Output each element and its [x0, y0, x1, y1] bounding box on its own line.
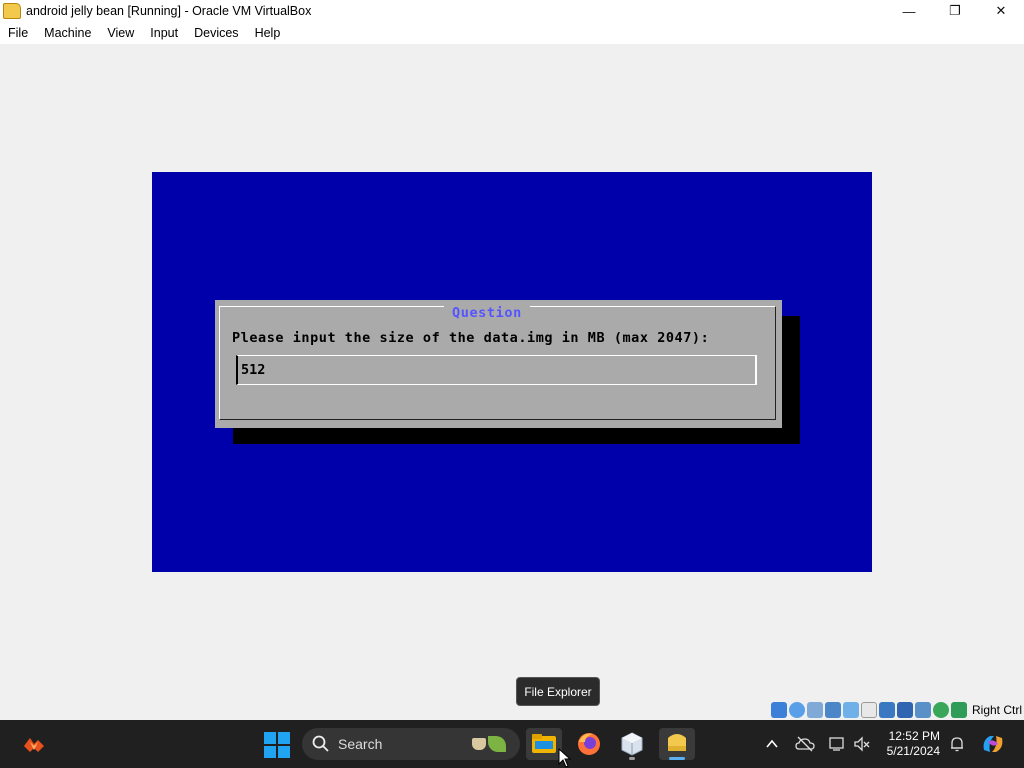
start-button[interactable] [264, 732, 290, 758]
search-label: Search [338, 736, 383, 752]
display-icon[interactable] [878, 702, 895, 718]
vm-window-taskbar-button[interactable] [659, 728, 695, 760]
volume-muted-icon[interactable] [853, 735, 871, 753]
close-button[interactable]: ✕ [978, 0, 1024, 22]
virtualbox-taskbar-button[interactable] [614, 728, 650, 760]
question-dialog: Question Please input the size of the da… [215, 300, 782, 428]
clock-time: 12:52 PM [888, 729, 940, 743]
file-explorer-taskbar-button[interactable] [526, 728, 562, 760]
menu-help[interactable]: Help [247, 26, 289, 40]
menu-devices[interactable]: Devices [186, 26, 246, 40]
audio-icon[interactable] [806, 702, 823, 718]
onedrive-offline-icon[interactable] [795, 735, 815, 753]
folder-icon [532, 734, 556, 753]
host-key-label: Right Ctrl [971, 703, 1022, 717]
show-hidden-icons-chevron-icon[interactable] [765, 737, 779, 751]
usb-icon[interactable] [842, 702, 859, 718]
menu-machine[interactable]: Machine [36, 26, 99, 40]
network-status-icon[interactable] [828, 735, 846, 753]
virtualbox-icon [621, 732, 643, 756]
firefox-taskbar-button[interactable] [571, 728, 607, 760]
search-icon [312, 735, 329, 752]
dialog-title: Question [444, 306, 530, 320]
guest-additions-icon[interactable] [932, 702, 949, 718]
menu-input[interactable]: Input [142, 26, 186, 40]
maximize-button[interactable]: ❐ [932, 0, 978, 22]
dialog-prompt: Please input the size of the data.img in… [232, 330, 710, 346]
recording-icon[interactable] [896, 702, 913, 718]
notification-bell-icon[interactable] [948, 735, 966, 753]
minimize-button[interactable]: — [886, 0, 932, 22]
mouse-cursor-icon [558, 748, 572, 768]
search-highlight-icon [472, 734, 512, 754]
copilot-icon[interactable] [980, 732, 1006, 756]
vm-status-bar: Right Ctrl [770, 701, 1022, 719]
shared-folders-icon[interactable] [860, 702, 877, 718]
window-title: android jelly bean [Running] - Oracle VM… [26, 4, 312, 18]
clock-date: 5/21/2024 [886, 744, 940, 758]
firefox-icon [578, 733, 600, 755]
window-titlebar[interactable]: android jelly bean [Running] - Oracle VM… [0, 0, 1024, 22]
hard-disk-icon[interactable] [770, 702, 787, 718]
vm-display[interactable]: Question Please input the size of the da… [152, 172, 872, 572]
virtualbox-vm-icon [3, 3, 21, 19]
optical-drive-icon[interactable] [788, 702, 805, 718]
menu-file[interactable]: File [0, 26, 36, 40]
mouse-integration-icon[interactable] [950, 702, 967, 718]
network-icon[interactable] [824, 702, 841, 718]
data-img-size-input[interactable]: 512 [236, 355, 757, 385]
vm-window-icon [668, 734, 686, 751]
system-clock[interactable]: 12:52 PM 5/21/2024 [887, 729, 940, 759]
widgets-icon[interactable] [22, 732, 46, 756]
virtualization-icon[interactable] [914, 702, 931, 718]
file-explorer-tooltip: File Explorer [516, 677, 600, 706]
menu-bar: File Machine View Input Devices Help [0, 22, 1024, 44]
window-controls: — ❐ ✕ [886, 0, 1024, 22]
taskbar-search[interactable]: Search [302, 728, 520, 760]
menu-view[interactable]: View [99, 26, 142, 40]
